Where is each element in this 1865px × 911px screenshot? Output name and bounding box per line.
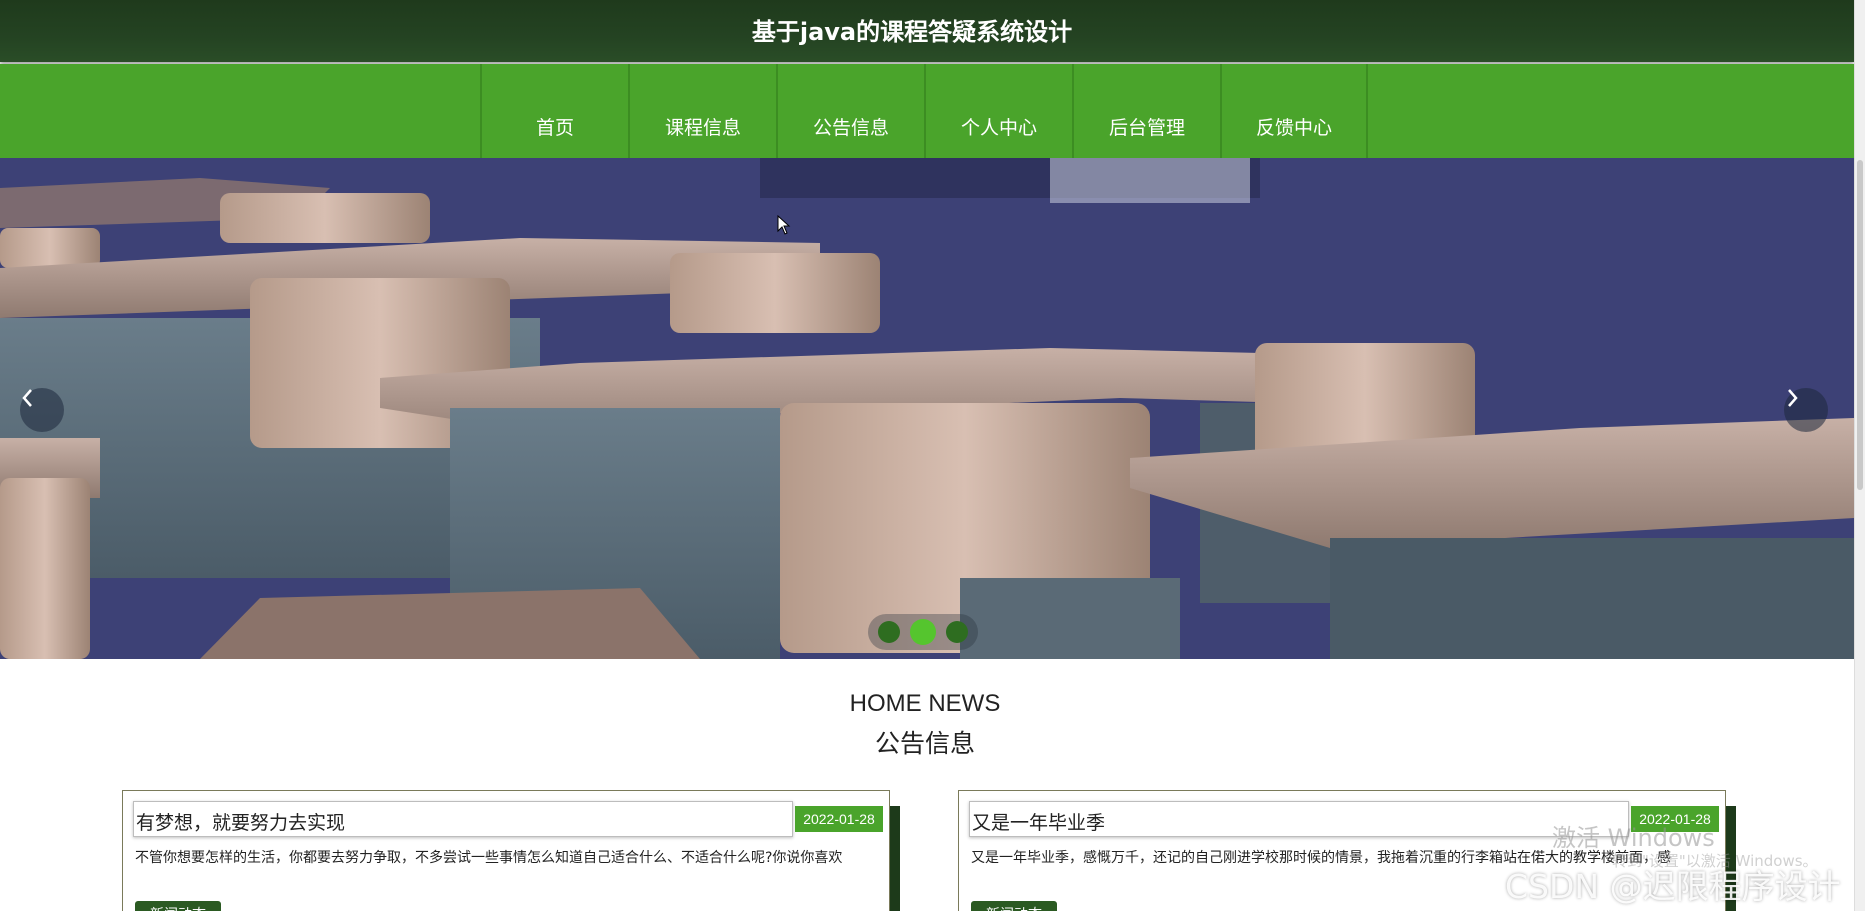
carousel-prev-button[interactable]: [20, 388, 64, 432]
carousel-next-button[interactable]: [1784, 388, 1828, 432]
nav-item-admin[interactable]: 后台管理: [1072, 64, 1220, 158]
news-title[interactable]: 有梦想，就要努力去实现: [136, 808, 345, 835]
carousel-indicators: [868, 614, 978, 650]
csdn-watermark: CSDN @迟限程序设计: [1505, 867, 1841, 906]
nav-item-courses[interactable]: 课程信息: [628, 64, 776, 158]
mouse-cursor-icon: [777, 215, 791, 235]
news-title-bar: 有梦想，就要努力去实现: [133, 801, 793, 837]
section-heading-en: HOME NEWS: [849, 690, 1001, 717]
main-nav: 首页 课程信息 公告信息 个人中心 后台管理 反馈中心: [0, 64, 1854, 158]
nav-item-notices[interactable]: 公告信息: [776, 64, 924, 158]
section-heading-cn: 公告信息: [874, 729, 975, 758]
news-title[interactable]: 又是一年毕业季: [972, 808, 1105, 835]
nav-items: 首页 课程信息 公告信息 个人中心 后台管理 反馈中心: [480, 64, 1368, 158]
page-scrollbar[interactable]: [1854, 0, 1865, 911]
carousel-dot[interactable]: [946, 621, 968, 643]
chevron-left-icon: [22, 389, 32, 407]
page: 基于java的课程答疑系统设计 首页 课程信息 公告信息 个人中心 后台管理 反…: [0, 0, 1865, 911]
carousel-banner: [0, 158, 1854, 659]
site-title: 基于java的课程答疑系统设计: [751, 18, 1073, 46]
site-header: 基于java的课程答疑系统设计: [0, 0, 1854, 62]
nav-item-feedback[interactable]: 反馈中心: [1220, 64, 1368, 158]
news-excerpt: 不管你想要怎样的生活，你都要去努力争取，不多尝试一些事情怎么知道自己适合什么、不…: [135, 850, 843, 866]
news-card[interactable]: 有梦想，就要努力去实现 2022-01-28 不管你想要怎样的生活，你都要去努力…: [122, 790, 890, 911]
nav-item-home[interactable]: 首页: [480, 64, 628, 158]
windows-activation-watermark: 激活 Windows: [1552, 824, 1715, 852]
news-tag-button[interactable]: 新闻动态: [971, 901, 1057, 911]
carousel-dot-active[interactable]: [910, 619, 936, 645]
news-tag-button[interactable]: 新闻动态: [135, 901, 221, 911]
nav-item-profile[interactable]: 个人中心: [924, 64, 1072, 158]
chevron-right-icon: [1788, 389, 1798, 407]
carousel-dot[interactable]: [878, 621, 900, 643]
news-title-bar: 又是一年毕业季: [969, 801, 1629, 837]
classroom-illustration: [0, 158, 1854, 659]
news-date-badge: 2022-01-28: [795, 806, 883, 832]
scrollbar-thumb[interactable]: [1857, 160, 1863, 490]
